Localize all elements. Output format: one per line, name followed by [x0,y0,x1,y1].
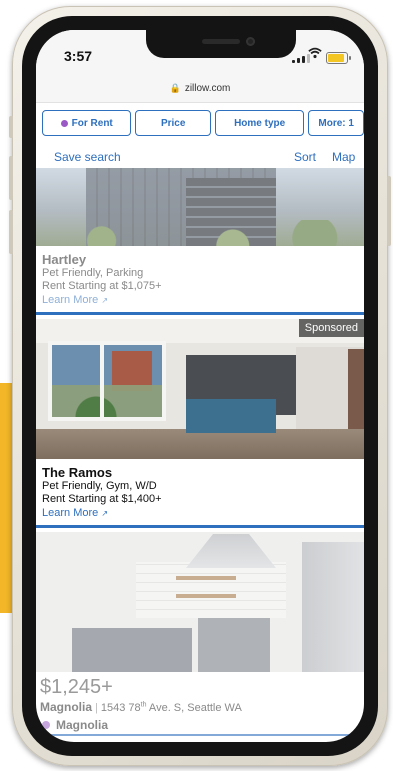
listing-photo[interactable] [36,532,364,672]
address-bar[interactable]: 🔒 zillow.com [36,74,364,103]
filter-more-button[interactable]: More: 1 [308,110,364,136]
listing-photo[interactable]: Sponsored [36,319,364,459]
notch [146,30,296,58]
filter-bar: For Rent Price Home type More: 1 [42,110,364,140]
filter-label: Home type [234,117,286,129]
phone-bezel: 3:57 🔒 zillow.com For Rent Price Home ty… [22,16,378,756]
listing-name: Magnolia [40,700,93,714]
listing-photo[interactable] [36,168,364,246]
listing-feed[interactable]: Hartley Pet Friendly, Parking Rent Start… [36,168,364,742]
filter-label: For Rent [71,117,113,129]
filter-for-rent-button[interactable]: For Rent [42,110,132,136]
address-number: 1543 78 [100,702,141,714]
filter-home-type-button[interactable]: Home type [214,110,305,136]
volume-down-button [9,210,13,254]
listing-amenities: Pet Friendly, Gym, W/D [42,480,157,492]
card-divider [36,312,364,315]
filter-label: Price [160,117,186,129]
mute-switch [9,116,13,138]
yellow-accent-bar [0,383,12,613]
listing-card-hartley[interactable]: Hartley Pet Friendly, Parking Rent Start… [36,168,364,315]
card-divider [36,734,364,736]
external-link-icon: ↗ [101,509,109,518]
url-text: zillow.com [184,82,231,94]
sort-link[interactable]: Sort [294,150,316,164]
listing-rent: Rent Starting at $1,075+ [42,280,162,292]
learn-more-link[interactable]: Learn More ↗ [42,506,358,521]
phone-frame: 3:57 🔒 zillow.com For Rent Price Home ty… [9,6,391,766]
listing-card-the-ramos[interactable]: Sponsored The Ramos Pet Friendly, Gym, W… [36,319,364,528]
map-link[interactable]: Map [332,150,355,164]
filter-label: More: 1 [318,117,354,129]
address-rest: Ave. S, Seattle WA [146,702,242,714]
lock-icon: 🔒 [169,82,181,93]
speaker-grille [202,39,240,44]
status-time: 3:57 [64,48,93,64]
learn-more-link[interactable]: Learn More ↗ [42,293,358,308]
front-camera [246,37,255,46]
battery-icon [326,52,351,64]
sponsored-badge: Sponsored [298,319,364,337]
learn-more-label: Learn More [42,294,99,306]
listing-rent: Rent Starting at $1,400+ [42,493,162,505]
external-link-icon: ↗ [101,296,109,305]
listing-amenities: Pet Friendly, Parking [42,267,144,279]
learn-more-label: Learn More [42,507,99,519]
brand-dot-icon [42,721,50,729]
save-search-link[interactable]: Save search [54,150,121,164]
for-rent-dot-icon [60,119,68,127]
listing-card-magnolia[interactable]: $1,245+ Magnolia | 1543 78th Ave. S, Seatt… [36,532,364,732]
listing-address-row: Magnolia | 1543 78th Ave. S, Seattle WA [40,700,242,714]
filter-price-button[interactable]: Price [135,110,211,136]
listing-name: The Ramos [42,465,113,480]
listing-price: $1,245+ [40,676,113,698]
power-button [387,176,391,246]
list-actions: Save search Sort Map [36,148,364,166]
volume-up-button [9,156,13,200]
listing-brand: Magnolia [40,718,360,732]
brand-name: Magnolia [56,718,109,732]
wifi-icon [308,47,322,59]
card-divider [36,525,364,528]
phone-screen: 3:57 🔒 zillow.com For Rent Price Home ty… [36,30,364,742]
listing-name: Hartley [42,252,87,267]
